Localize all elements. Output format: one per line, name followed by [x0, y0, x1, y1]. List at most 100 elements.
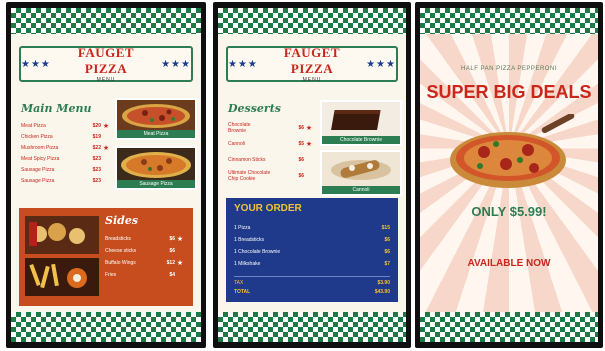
brand-name: FAUGET PIZZA	[77, 45, 135, 76]
order-title: YOUR ORDER	[234, 203, 302, 214]
item-price: $6	[298, 125, 304, 131]
list-item: Ultimate Chocolate Chip Cookie $6	[228, 168, 314, 184]
promo-availability: AVAILABLE NOW	[467, 258, 551, 269]
list-item: Sausage Pizza $23	[21, 164, 111, 175]
list-item: Cheese sticks $6	[105, 245, 185, 257]
star-icon: ★	[102, 144, 110, 152]
item-name: Meat Spicy Pizza	[21, 155, 60, 162]
screen-panel-desserts: ★★★ FAUGET PIZZA MENU ★★★ Desserts Choco…	[213, 2, 411, 348]
list-item: Buffalo Wings $12 ★	[105, 257, 185, 269]
photo-caption: Meat Pizza	[117, 130, 195, 138]
chocolate-brownie-photo: Chocolate Brownie	[320, 100, 402, 146]
item-name: Cinnamon Sticks	[228, 157, 266, 163]
stars-icon: ★★★	[161, 58, 191, 70]
cannoli-photo: Cannoli	[320, 150, 402, 196]
item-name: Cheese sticks	[105, 248, 137, 254]
list-item: Meat Spicy Pizza $23	[21, 153, 111, 164]
order-item-price: $7	[384, 261, 390, 267]
order-row: 1 Breadsticks $6	[234, 234, 390, 246]
total-label: TOTAL	[234, 288, 251, 295]
item-price: $23	[92, 155, 101, 162]
main-menu-screen: ★★★ FAUGET PIZZA MENU ★★★ Main Menu Meat…	[11, 8, 201, 342]
tax-value: $3.90	[377, 279, 390, 286]
order-row: 1 Pizza $15	[234, 222, 390, 234]
star-icon: ★	[176, 236, 184, 243]
pizza-image	[117, 148, 195, 180]
main-menu-title: Main Menu	[21, 102, 92, 115]
desserts-title: Desserts	[228, 102, 281, 115]
stars-icon: ★★★	[21, 58, 51, 70]
list-item: Breadsticks $6 ★	[105, 233, 185, 245]
main-menu-list: Meat Pizza $20 ★ Chicken Pizza $19 Mushroom…	[21, 120, 111, 186]
total-value: $43.90	[374, 288, 390, 295]
item-name: Chocolate Brownie	[228, 122, 251, 134]
sides-food-image	[25, 216, 99, 296]
checker-border-top	[11, 8, 201, 34]
item-price: $19	[92, 133, 101, 140]
tax-label: TAX	[234, 279, 244, 286]
list-item: Chocolate Brownie $6 ★	[228, 120, 314, 136]
star-icon: ★	[176, 260, 184, 267]
item-price: $4	[169, 272, 175, 278]
item-price: $23	[92, 177, 101, 184]
checker-border-bottom	[11, 312, 201, 342]
brownie-image	[322, 102, 400, 136]
order-item-name: 1 Milkshake	[234, 261, 261, 267]
pizza-promo-image	[450, 114, 575, 188]
list-item: Mushroom Pizza $22 ★	[21, 142, 111, 153]
list-item: Meat Pizza $20 ★	[21, 120, 111, 131]
brand-block: FAUGET PIZZA MENU	[59, 45, 153, 83]
brand-header: ★★★ FAUGET PIZZA MENU ★★★	[226, 45, 398, 83]
order-list: 1 Pizza $15 1 Breadsticks $6 1 Chocolate B…	[234, 222, 390, 270]
item-name: Sausage Pizza	[21, 177, 55, 184]
brand-name: FAUGET PIZZA	[283, 45, 341, 76]
list-item: Chicken Pizza $19	[21, 131, 111, 142]
order-row: 1 Milkshake $7	[234, 258, 390, 270]
item-name: Chicken Pizza	[21, 133, 53, 140]
stars-icon: ★★★	[228, 58, 258, 70]
order-divider	[234, 276, 390, 277]
stars-icon: ★★★	[366, 58, 396, 70]
checker-border-bottom	[218, 312, 406, 342]
item-name: Sausage Pizza	[21, 166, 55, 173]
photo-caption: Chocolate Brownie	[322, 136, 400, 144]
brand-block: FAUGET PIZZA MENU	[266, 45, 358, 83]
list-item: Cannoli $5 ★	[228, 136, 314, 152]
star-icon: ★	[305, 141, 313, 148]
cannoli-image	[322, 152, 400, 186]
item-price: $22	[92, 144, 101, 151]
sides-list: Breadsticks $6 ★ Cheese sticks $6 Buffalo W…	[105, 233, 185, 281]
item-price: $6	[298, 157, 304, 163]
promo-screen: HALF PAN PIZZA PEPPERONI SUPER BIG DEALS…	[420, 8, 598, 342]
promo-subtitle: HALF PAN PIZZA PEPPERONI	[461, 66, 557, 72]
desserts-list: Chocolate Brownie $6 ★ Cannoli $5 ★ Cinnamon…	[228, 120, 314, 184]
list-item: Cinnamon Sticks $6	[228, 152, 314, 168]
sides-section: Sides Breadsticks $6 ★ Cheese sticks $6 Buf…	[19, 208, 193, 306]
order-item-price: $6	[384, 237, 390, 243]
desserts-screen: ★★★ FAUGET PIZZA MENU ★★★ Desserts Choco…	[218, 8, 406, 342]
order-totals: TAX $3.90 TOTAL $43.90	[234, 278, 390, 296]
screen-panel-promo: HALF PAN PIZZA PEPPERONI SUPER BIG DEALS…	[415, 2, 603, 348]
checker-border-bottom	[420, 312, 598, 342]
item-name: Mushroom Pizza	[21, 144, 59, 151]
brand-subtitle: MENU	[96, 77, 116, 83]
item-price: $20	[92, 122, 101, 129]
sausage-pizza-photo: Sausage Pizza	[115, 146, 197, 190]
meat-pizza-photo: Meat Pizza	[115, 98, 197, 140]
item-name: Meat Pizza	[21, 122, 46, 129]
checker-border-top	[420, 8, 598, 34]
item-name: Breadsticks	[105, 236, 131, 242]
item-price: $5	[298, 141, 304, 147]
photo-caption: Sausage Pizza	[117, 180, 195, 188]
item-name: Ultimate Chocolate Chip Cookie	[228, 170, 271, 182]
total-row: TOTAL $43.90	[234, 287, 390, 296]
item-price: $12	[166, 260, 175, 266]
item-name: Cannoli	[228, 141, 245, 147]
star-icon: ★	[102, 122, 110, 130]
item-price: $6	[169, 236, 175, 242]
item-price: $6	[169, 248, 175, 254]
order-item-price: $6	[384, 249, 390, 255]
order-item-name: 1 Pizza	[234, 225, 251, 231]
promo-headline: SUPER BIG DEALS	[426, 82, 592, 102]
list-item: Sausage Pizza $23	[21, 175, 111, 186]
